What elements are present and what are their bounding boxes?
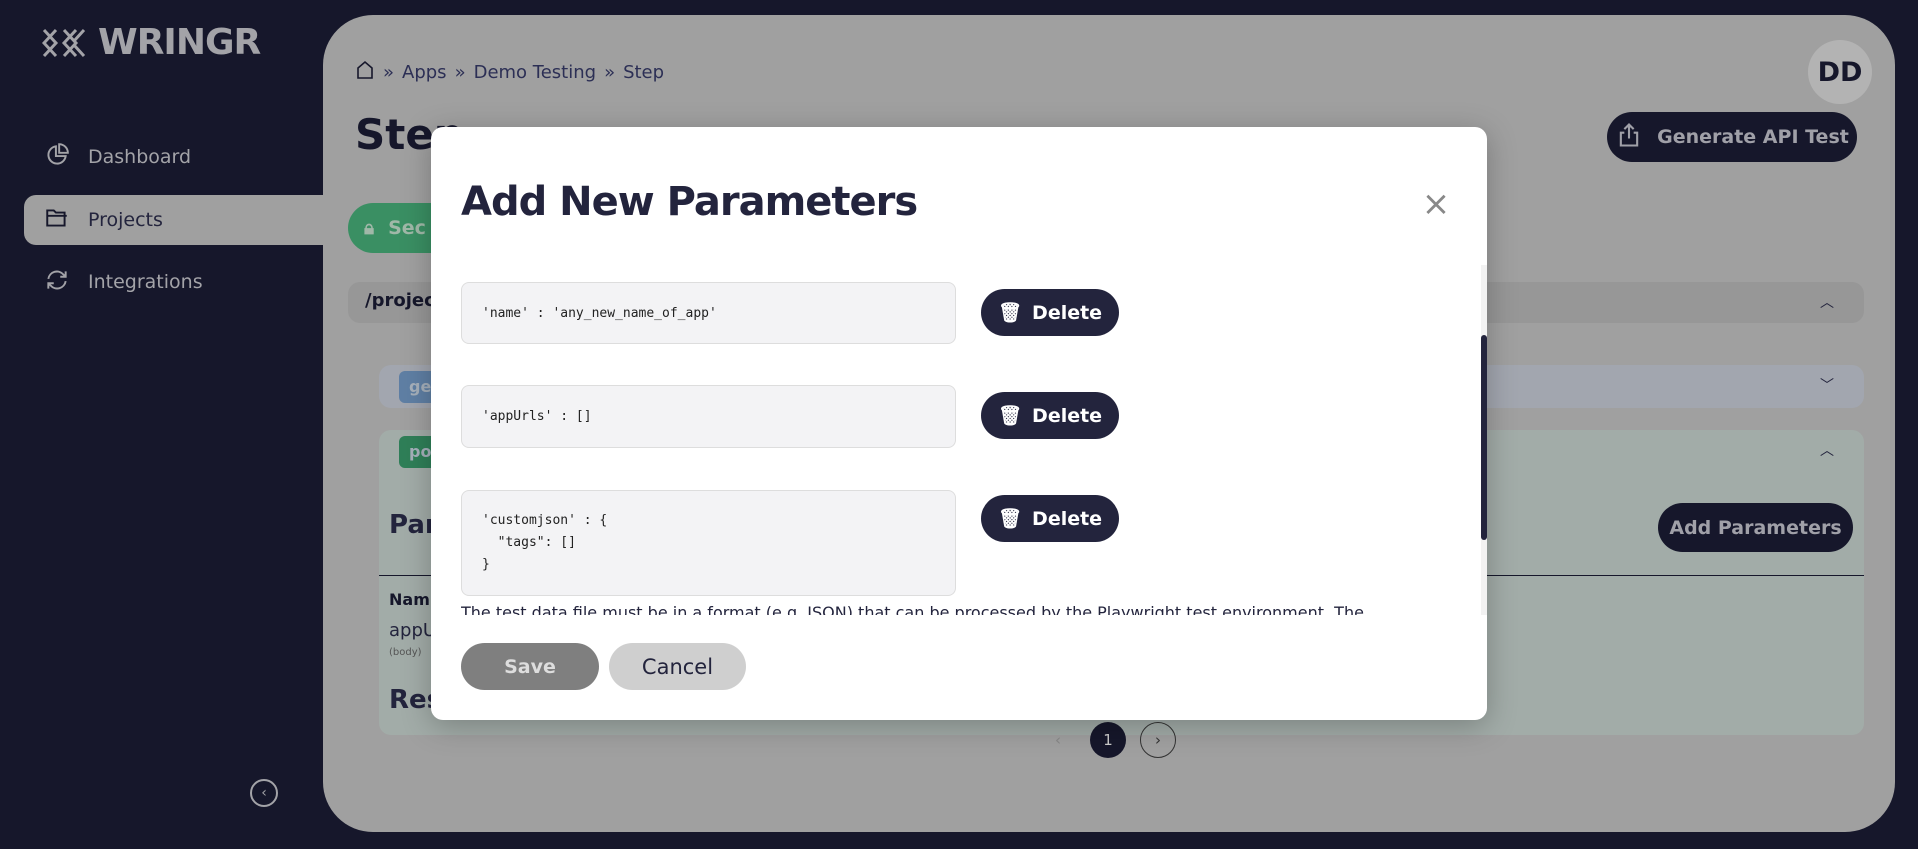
trash-icon: 🗑︎ xyxy=(997,302,1023,324)
page-1-button[interactable]: 1 xyxy=(1090,722,1126,758)
description-text: The test data file must be in a format (… xyxy=(461,603,1364,615)
sidebar-item-label: Integrations xyxy=(88,271,203,293)
delete-label: Delete xyxy=(1032,404,1103,427)
add-parameters-modal: Add New Parameters × 'name' : 'any_new_n… xyxy=(431,127,1487,720)
pie-chart-icon xyxy=(44,142,70,173)
avatar[interactable]: DD xyxy=(1808,40,1872,104)
param-location: (body) xyxy=(389,647,422,658)
prev-page-button[interactable]: ‹ xyxy=(1040,722,1076,758)
collapse-sidebar-button[interactable]: ‹ xyxy=(250,779,278,807)
delete-label: Delete xyxy=(1032,301,1103,324)
generate-api-test-button[interactable]: Generate API Test xyxy=(1607,112,1857,162)
add-parameters-button[interactable]: Add Parameters xyxy=(1658,503,1853,552)
logo-icon xyxy=(42,28,86,57)
scrollbar-thumb[interactable] xyxy=(1481,335,1487,540)
sidebar-item-label: Dashboard xyxy=(88,146,192,168)
chevrons-right-icon: » xyxy=(604,62,616,83)
delete-button[interactable]: 🗑︎ Delete xyxy=(981,289,1119,336)
param-editor[interactable]: 'name' : 'any_new_name_of_app' xyxy=(461,282,956,344)
sidebar-item-label: Projects xyxy=(88,209,163,231)
param-name: appU xyxy=(389,620,437,641)
sidebar-item-dashboard[interactable]: Dashboard xyxy=(24,132,323,182)
sidebar-item-projects[interactable]: Projects xyxy=(24,195,323,245)
param-editor[interactable]: 'customjson' : { "tags": [] } xyxy=(461,490,956,596)
breadcrumb: » Apps » Demo Testing » Step xyxy=(355,60,664,85)
chevron-left-icon: ‹ xyxy=(261,785,267,801)
name-column-label: Nam xyxy=(389,590,430,609)
secure-label: Sec xyxy=(388,217,426,239)
close-icon[interactable]: × xyxy=(1421,187,1451,221)
modal-title: Add New Parameters xyxy=(461,179,918,225)
param-editor[interactable]: 'appUrls' : [] xyxy=(461,385,956,448)
save-button[interactable]: Save xyxy=(461,643,599,690)
chevron-up-icon[interactable]: ︿ xyxy=(1820,292,1834,312)
breadcrumb-demo-testing[interactable]: Demo Testing xyxy=(474,62,596,83)
folder-icon xyxy=(44,205,70,236)
lock-icon: 🔒︎ xyxy=(364,217,375,239)
cancel-button[interactable]: Cancel xyxy=(609,643,746,690)
logo: WRINGR xyxy=(42,22,261,63)
chevrons-right-icon: » xyxy=(383,62,395,83)
trash-icon: 🗑︎ xyxy=(997,405,1023,427)
share-icon xyxy=(1615,121,1643,154)
breadcrumb-step[interactable]: Step xyxy=(623,62,664,83)
breadcrumb-apps[interactable]: Apps xyxy=(402,62,447,83)
sidebar-item-integrations[interactable]: Integrations xyxy=(24,257,323,307)
trash-icon: 🗑︎ xyxy=(997,508,1023,530)
chevron-down-icon[interactable]: ﹀ xyxy=(1820,375,1834,395)
next-page-button[interactable]: › xyxy=(1140,722,1176,758)
home-icon[interactable] xyxy=(355,60,375,85)
delete-button[interactable]: 🗑︎ Delete xyxy=(981,495,1119,542)
delete-button[interactable]: 🗑︎ Delete xyxy=(981,392,1119,439)
params-scroll-area[interactable]: 'name' : 'any_new_name_of_app' 🗑︎ Delete … xyxy=(431,265,1487,615)
brand-name: WRINGR xyxy=(98,22,261,63)
chevron-up-icon[interactable]: ︿ xyxy=(1820,440,1834,460)
refresh-icon xyxy=(44,267,70,298)
chevrons-right-icon: » xyxy=(454,62,466,83)
generate-label: Generate API Test xyxy=(1657,126,1849,148)
delete-label: Delete xyxy=(1032,507,1103,530)
